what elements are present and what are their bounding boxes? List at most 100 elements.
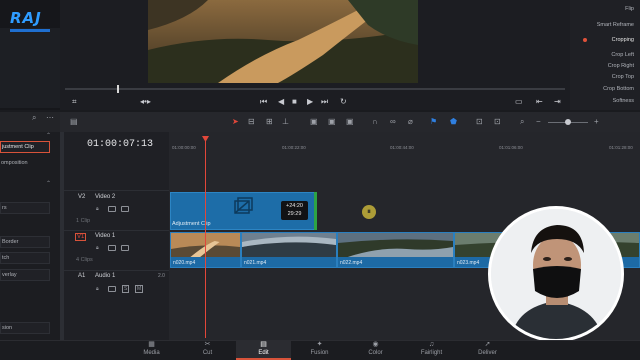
effect-adjustment-clip[interactable]: justment Clip: [0, 141, 50, 153]
collapse-top-icon[interactable]: ⌃: [46, 132, 51, 139]
flag-icon[interactable]: ⚑: [430, 116, 437, 128]
auto-select-icon[interactable]: [108, 286, 116, 292]
mark-out-icon[interactable]: ⇥: [554, 94, 561, 110]
link-icon[interactable]: ∞: [390, 116, 396, 128]
layout-icon[interactable]: ▤: [70, 116, 78, 128]
auto-select-icon[interactable]: [108, 245, 116, 251]
video-clip[interactable]: n022.mp4: [337, 232, 454, 268]
channel-logo: RAJ: [10, 9, 50, 32]
timeline-toolbar: ▤ ➤ ⊟ ⊞ ⊥ ▣ ▣ ▣ ∩ ∞ ⌀ ⚑ ⬟ ⊡ ⊡ ⌕ − +: [60, 112, 640, 132]
tab-fusion[interactable]: ✦ Fusion: [292, 340, 347, 360]
effect-overlay[interactable]: verlay: [0, 269, 50, 281]
play-icon[interactable]: ▶: [307, 94, 313, 110]
timeline-ruler[interactable]: 01:00:00:00 01:00:22:00 01:00:44:00 01:0…: [169, 136, 640, 150]
track-v2-clip-count: 1 Clip: [76, 218, 91, 224]
position-lock-icon[interactable]: ⌀: [408, 116, 413, 128]
zoom-out-icon[interactable]: −: [536, 116, 541, 128]
trim-handle[interactable]: [314, 192, 317, 230]
full-extent-zoom-icon[interactable]: ⊡: [476, 116, 483, 128]
duration-tooltip: +24:20 29:29: [281, 201, 308, 220]
cropping-enabled-dot[interactable]: [583, 38, 587, 42]
video-preview: [148, 0, 418, 83]
replace-clip-icon[interactable]: ▣: [346, 116, 354, 128]
zoom-slider-handle[interactable]: [565, 119, 571, 125]
fusion-icon: ✦: [316, 341, 323, 348]
clip-label: n020.mp4: [173, 260, 196, 266]
tooltip-duration: 29:29: [287, 211, 302, 217]
mute-button[interactable]: M: [135, 285, 144, 293]
tab-deliver[interactable]: ➚ Deliver: [460, 340, 515, 360]
snapping-icon[interactable]: ∩: [372, 116, 378, 128]
mark-in-icon[interactable]: ⇤: [536, 94, 543, 110]
media-icon: ▦: [148, 341, 155, 348]
blade-tool-icon[interactable]: ⊥: [282, 116, 289, 128]
detail-zoom-icon[interactable]: ⊡: [494, 116, 501, 128]
dynamic-trim-icon[interactable]: ⊞: [266, 116, 273, 128]
overwrite-clip-icon[interactable]: ▣: [328, 116, 336, 128]
loop-icon[interactable]: ↻: [340, 94, 347, 110]
selection-tool-icon[interactable]: ➤: [232, 116, 239, 128]
enable-track-icon[interactable]: [121, 245, 129, 251]
clip-label: n023.mp4: [457, 260, 480, 266]
lock-icon[interactable]: 🔒︎: [96, 245, 99, 251]
insert-clip-icon[interactable]: ▣: [310, 116, 318, 128]
track-a1-channels: 2.0: [158, 273, 165, 279]
lock-icon[interactable]: 🔒︎: [96, 206, 99, 212]
auto-select-icon[interactable]: [108, 206, 116, 212]
effect-item-2[interactable]: tch: [0, 252, 50, 264]
crop-top-label: Crop Top: [611, 74, 634, 80]
effects-library: justment Clip omposition rs Border tch v…: [0, 132, 60, 340]
tab-cut[interactable]: ✂ Cut: [180, 340, 235, 360]
search-icon[interactable]: ⌕: [32, 112, 36, 124]
softness-label: Softness: [612, 98, 634, 104]
ruler-tick: 01:01:28:00: [609, 145, 633, 150]
track-a1-id: A1: [78, 273, 86, 279]
tab-color[interactable]: ◉ Color: [348, 340, 403, 360]
mouse-cursor-indicator: ⏸︎: [362, 205, 376, 219]
ruler-tick: 01:00:00:00: [172, 145, 196, 150]
effect-item-3[interactable]: sion: [0, 322, 50, 334]
solo-button[interactable]: S: [122, 285, 130, 293]
inspector-flip[interactable]: Flip: [625, 6, 634, 12]
adjustment-clip-icon: [234, 197, 253, 214]
inspector-smart-reframe[interactable]: Smart Reframe: [597, 22, 634, 28]
zoom-in-icon[interactable]: +: [594, 116, 599, 128]
ruler-tick: 01:00:22:00: [282, 145, 306, 150]
stop-icon[interactable]: ■: [292, 94, 297, 110]
video-clip[interactable]: n021.mp4: [241, 232, 337, 268]
playhead[interactable]: [205, 138, 206, 338]
collapse-icon[interactable]: ⌃: [46, 180, 51, 187]
match-frame-icon[interactable]: ▭: [515, 94, 523, 110]
play-reverse-icon[interactable]: ◀: [278, 94, 284, 110]
transform-icon[interactable]: ⌗: [72, 94, 77, 110]
inspector-cropping[interactable]: Cropping: [612, 37, 634, 43]
tab-media[interactable]: ▦ Media: [124, 340, 179, 360]
crop-left-label: Crop Left: [611, 52, 634, 58]
enable-track-icon[interactable]: [121, 206, 129, 212]
jog-icon[interactable]: ◂•▸: [140, 94, 151, 110]
track-v1-id[interactable]: V1: [75, 233, 87, 241]
zoom-search-icon[interactable]: ⌕: [520, 116, 524, 128]
last-frame-icon[interactable]: ⏭: [321, 94, 328, 110]
trim-tool-icon[interactable]: ⊟: [248, 116, 255, 128]
tab-edit[interactable]: ▤ Edit: [236, 340, 291, 360]
effect-composition[interactable]: omposition: [0, 158, 50, 170]
left-panel-strip: [0, 28, 60, 108]
transport-controls: ⌗ ◂•▸ ⏮ ◀ ■ ▶ ⏭ ↻ ▭ ⇤ ⇥: [60, 94, 570, 112]
track-v2-name: Video 2: [95, 194, 116, 200]
track-v2-id: V2: [78, 194, 86, 200]
viewer-scrubber[interactable]: [65, 88, 565, 90]
scrubber-handle[interactable]: [117, 85, 119, 93]
lock-icon[interactable]: 🔒︎: [96, 286, 99, 292]
marker-icon[interactable]: ⬟: [450, 116, 457, 128]
effect-border[interactable]: Border: [0, 236, 50, 248]
first-frame-icon[interactable]: ⏮: [260, 94, 267, 110]
tab-fairlight[interactable]: ♫ Fairlight: [404, 340, 459, 360]
ruler-tick: 01:01:06:00: [499, 145, 523, 150]
effect-item-1[interactable]: rs: [0, 202, 50, 214]
crop-right-label: Crop Right: [607, 63, 634, 69]
more-options-icon[interactable]: ⋯: [46, 112, 54, 124]
track-v1-clip-count: 4 Clips: [76, 257, 93, 263]
fairlight-icon: ♫: [428, 341, 435, 348]
track-v1-name: Video 1: [95, 233, 116, 239]
